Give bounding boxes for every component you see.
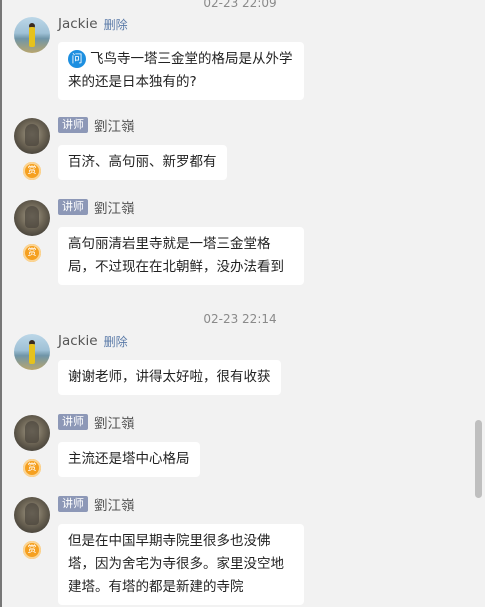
role-badge: 讲师 xyxy=(58,117,88,133)
message-bubble: 但是在中国早期寺院里很多也没佛塔，因为舍宅为寺很多。家里没空地建塔。有塔的都是新… xyxy=(58,524,304,605)
role-badge: 讲师 xyxy=(58,496,88,512)
sender-name: 劉江嶺 xyxy=(94,119,135,135)
avatar[interactable] xyxy=(14,17,50,53)
message-bubble: 百济、高句丽、新罗都有 xyxy=(58,145,227,180)
avatar[interactable] xyxy=(14,118,50,154)
message-text: 高句丽清岩里寺就是一塔三金堂格局，不过现在在北朝鲜，没办法看到 xyxy=(68,236,284,275)
message-bubble: 谢谢老师，讲得太好啦，很有收获 xyxy=(58,360,281,395)
scrollbar[interactable] xyxy=(475,420,482,498)
avatar[interactable] xyxy=(14,497,50,533)
message-text: 谢谢老师，讲得太好啦，很有收获 xyxy=(68,369,271,385)
question-icon: 问 xyxy=(68,50,86,68)
message-text: 但是在中国早期寺院里很多也没佛塔，因为舍宅为寺很多。家里没空地建塔。有塔的都是新… xyxy=(68,533,284,595)
reward-icon[interactable]: 赏 xyxy=(23,244,41,262)
message-text: 主流还是塔中心格局 xyxy=(68,451,190,467)
reward-icon[interactable]: 赏 xyxy=(23,541,41,559)
timestamp: 02-23 22:14 xyxy=(203,312,277,326)
message-text: 百济、高句丽、新罗都有 xyxy=(68,154,217,170)
role-badge: 讲师 xyxy=(58,414,88,430)
sender-name: 劉江嶺 xyxy=(94,498,135,514)
sender-name: Jackie xyxy=(58,16,98,32)
timestamp: 02-23 22:09 xyxy=(203,0,277,10)
sender-name: Jackie xyxy=(58,333,98,349)
role-badge: 讲师 xyxy=(58,199,88,215)
avatar[interactable] xyxy=(14,200,50,236)
avatar[interactable] xyxy=(14,415,50,451)
avatar[interactable] xyxy=(14,334,50,370)
sender-name: 劉江嶺 xyxy=(94,416,135,432)
sender-name: 劉江嶺 xyxy=(94,201,135,217)
message-text: 飞鸟寺一塔三金堂的格局是从外学来的还是日本独有的? xyxy=(68,51,293,90)
delete-button[interactable]: 删除 xyxy=(104,16,128,33)
delete-button[interactable]: 删除 xyxy=(104,333,128,350)
message-bubble: 主流还是塔中心格局 xyxy=(58,442,200,477)
reward-icon[interactable]: 赏 xyxy=(23,162,41,180)
message-bubble: 高句丽清岩里寺就是一塔三金堂格局，不过现在在北朝鲜，没办法看到 xyxy=(58,227,304,285)
reward-icon[interactable]: 赏 xyxy=(23,459,41,477)
message-bubble: 问飞鸟寺一塔三金堂的格局是从外学来的还是日本独有的? xyxy=(58,42,304,100)
